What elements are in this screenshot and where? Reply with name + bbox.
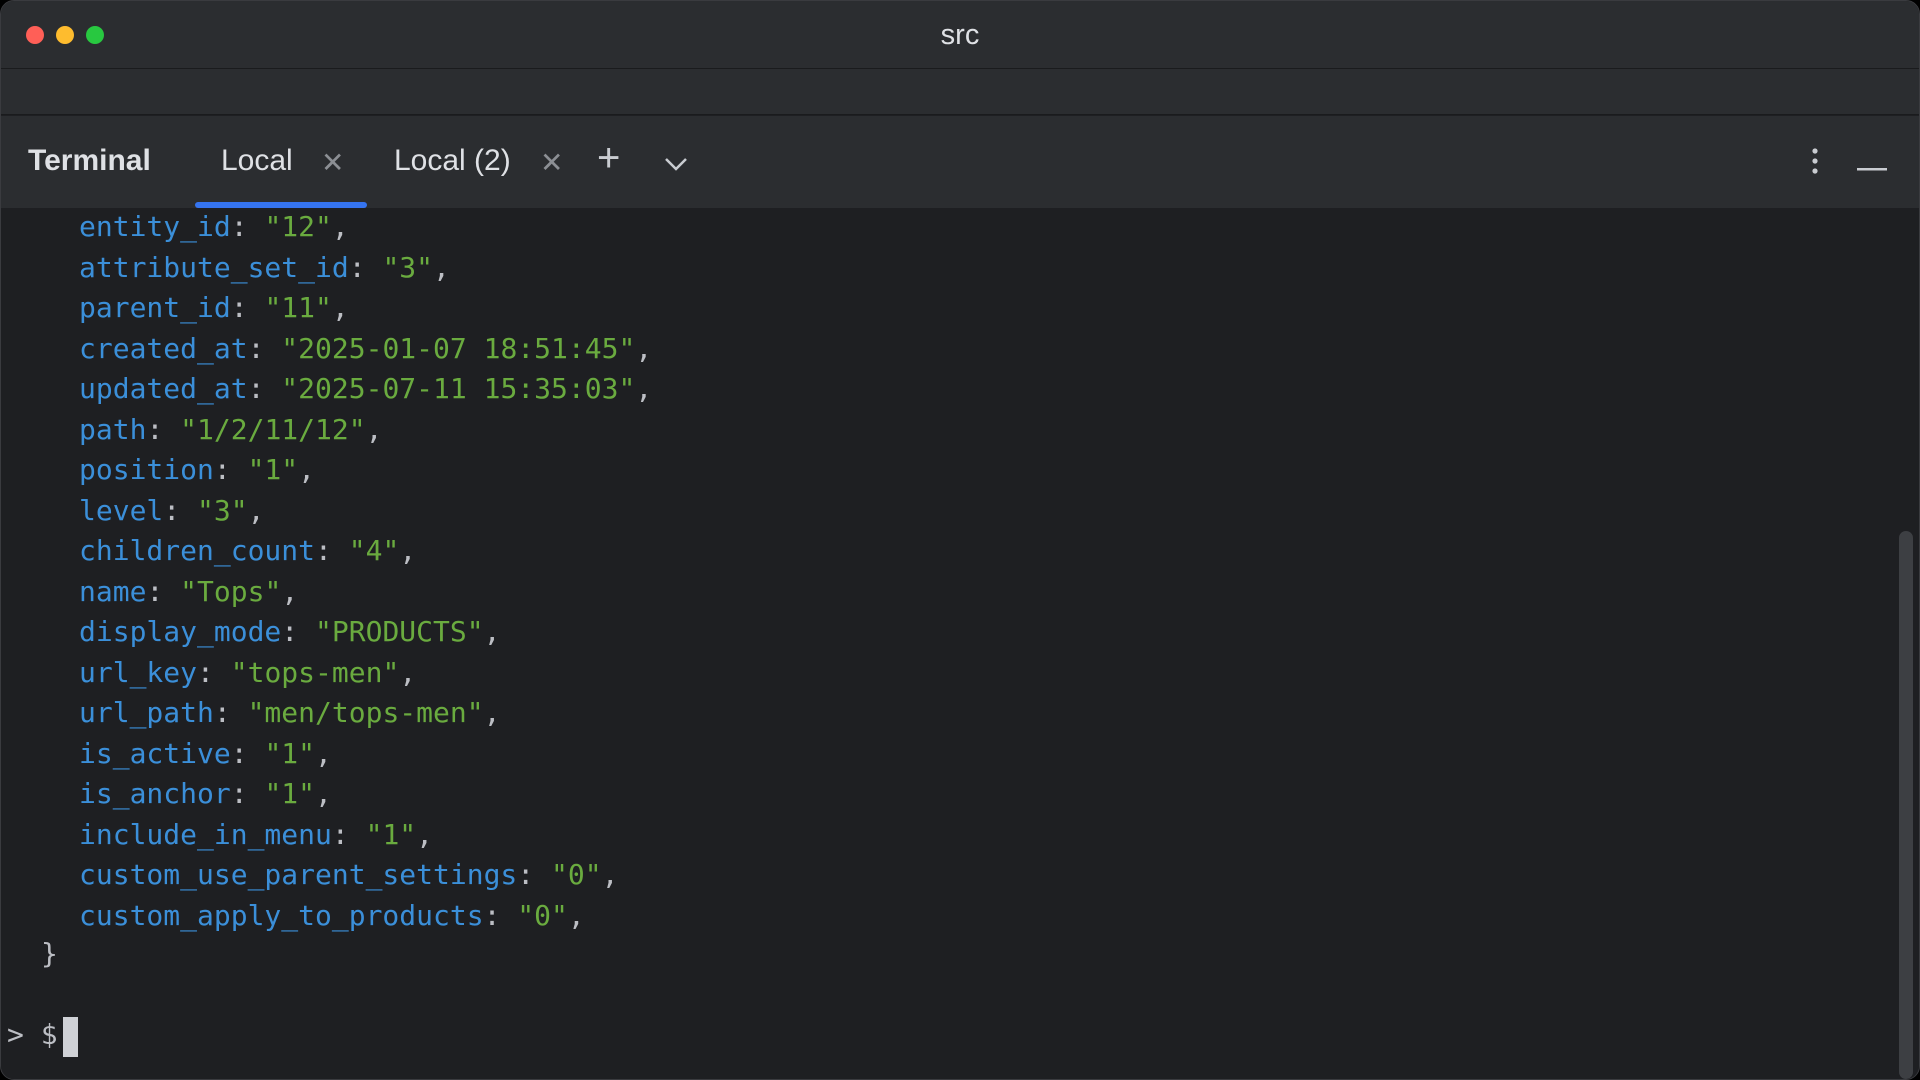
output-line: level: "3",: [79, 493, 265, 527]
output-line: include_in_menu: "1",: [79, 817, 434, 851]
json-key: display_mode: [79, 615, 282, 648]
output-line: children_count: "4",: [79, 534, 417, 567]
output-line: path: "1/2/11/12",: [79, 412, 383, 446]
json-value: "3": [197, 493, 248, 527]
tab-local[interactable]: Local ✕: [195, 116, 367, 208]
json-key: path: [79, 412, 147, 446]
json-value: "12": [264, 210, 332, 243]
output-line: custom_apply_to_products: "0",: [79, 898, 585, 932]
title-bar: src: [1, 1, 1919, 69]
json-key: url_path: [79, 696, 214, 729]
json-key: parent_id: [79, 291, 231, 324]
output-line: entity_id: "12",: [79, 210, 349, 243]
closing-brace: }: [41, 937, 58, 970]
output-line: name: "Tops",: [79, 574, 299, 608]
more-vertical-icon[interactable]: [1807, 144, 1823, 184]
json-value: "1": [264, 777, 316, 810]
tab-label: Local: [221, 144, 293, 177]
output-line: attribute_set_id: "3",: [79, 250, 450, 284]
vertical-scrollbar[interactable]: [1899, 531, 1913, 1079]
tab-label: Local (2): [394, 144, 511, 177]
output-line: parent_id: "11",: [79, 291, 349, 324]
output-line: updated_at: "2025-07-11 15:35:03",: [79, 372, 653, 405]
json-key: is_anchor: [79, 777, 231, 810]
json-value: "11": [264, 291, 332, 324]
output-line: url_path: "men/tops-men",: [79, 696, 501, 729]
json-key: children_count: [79, 534, 316, 567]
output-line: position: "1",: [79, 453, 316, 486]
json-key: include_in_menu: [79, 817, 332, 851]
json-key: created_at: [79, 331, 248, 365]
chevron-down-icon[interactable]: [661, 149, 691, 179]
json-key: level: [79, 493, 164, 527]
json-key: custom_apply_to_products: [79, 898, 484, 932]
json-key: attribute_set_id: [79, 250, 349, 284]
json-value: "2025-01-07 18:51:45": [281, 331, 636, 365]
close-icon[interactable]: ✕: [321, 146, 344, 179]
json-value: "1": [264, 736, 316, 770]
output-line: is_active: "1",: [79, 736, 332, 770]
terminal-tab-bar: Terminal Local ✕ Local (2) ✕ +: [1, 116, 1919, 208]
json-value: "PRODUCTS": [315, 615, 484, 648]
window-title: src: [940, 19, 980, 51]
tab-local-2[interactable]: Local (2) ✕: [367, 116, 577, 208]
json-key: entity_id: [79, 210, 231, 243]
json-value: "1/2/11/12": [180, 412, 366, 446]
json-value: "tops-men": [230, 655, 400, 689]
terminal-window: src Terminal Local ✕ Local (2) ✕ + entit…: [0, 0, 1920, 1080]
json-key: updated_at: [79, 372, 248, 405]
tool-window-title: Terminal: [28, 144, 151, 177]
json-value: "4": [348, 534, 400, 567]
json-key: url_key: [79, 655, 198, 689]
toolbar: [1, 69, 1919, 115]
json-value: "3": [382, 250, 434, 284]
json-key: name: [79, 574, 147, 608]
json-value: "Tops": [180, 574, 282, 608]
output-line: display_mode: "PRODUCTS",: [79, 615, 501, 648]
minimize-icon[interactable]: [1857, 159, 1887, 171]
json-value: "0": [551, 858, 602, 891]
output-line: is_anchor: "1",: [79, 777, 332, 810]
json-value: "men/tops-men": [247, 696, 484, 729]
json-value: "1": [247, 453, 299, 486]
output-line: custom_use_parent_settings: "0",: [79, 858, 619, 891]
json-key: is_active: [79, 736, 231, 770]
json-value: "2025-07-11 15:35:03": [281, 372, 636, 405]
json-value: "1": [365, 817, 417, 851]
plus-icon[interactable]: +: [597, 136, 620, 181]
shell-prompt: > $: [7, 1018, 58, 1051]
output-line: created_at: "2025-01-07 18:51:45",: [79, 331, 653, 365]
terminal-output[interactable]: entity_id: "12", attribute_set_id: "3", pa…: [1, 208, 1919, 1079]
json-value: "0": [517, 898, 568, 932]
output-line: url_key: "tops-men",: [79, 655, 417, 689]
text-cursor: [63, 1017, 78, 1057]
close-icon[interactable]: ✕: [540, 146, 563, 179]
json-key: custom_use_parent_settings: [79, 858, 518, 891]
json-key: position: [79, 453, 214, 486]
